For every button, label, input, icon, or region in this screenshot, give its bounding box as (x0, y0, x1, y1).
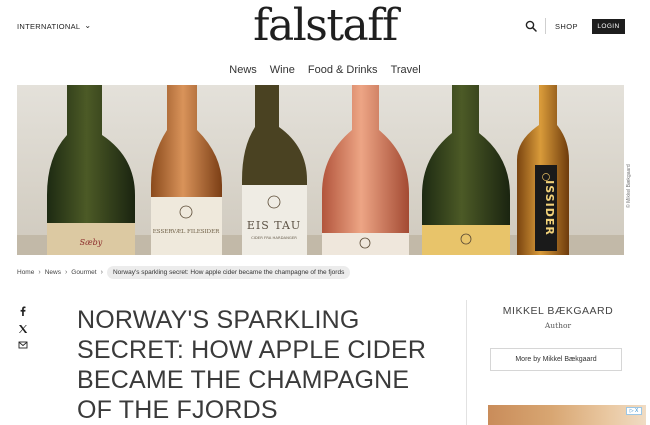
breadcrumb-home[interactable]: Home (17, 269, 34, 276)
search-icon[interactable] (525, 20, 537, 32)
breadcrumb: Home › News › Gourmet › Norway's sparkli… (17, 265, 351, 279)
more-by-author-button[interactable]: More by Mikkel Bækgaard (490, 348, 622, 371)
author-role: Author (544, 321, 572, 330)
chevron-right-icon: › (64, 268, 68, 276)
nav-item-food-drinks[interactable]: Food & Drinks (308, 64, 378, 76)
bottle-label-2: ESSERVÆL FILESIDER (153, 229, 220, 235)
nav-item-travel[interactable]: Travel (391, 64, 421, 76)
breadcrumb-gourmet[interactable]: Gourmet (71, 269, 96, 276)
hero-image: Sæby ESSERVÆL FILESIDER EIS TAU CIDER FR… (17, 85, 624, 255)
top-bar: INTERNATIONAL ⌄ falstaff SHOP LOGIN (0, 0, 650, 56)
column-divider (466, 300, 467, 425)
bottle-label-5: ISSIDER (543, 180, 556, 236)
author-name[interactable]: MIKKEL BÆKGAARD (478, 305, 638, 317)
breadcrumb-news[interactable]: News (45, 269, 61, 276)
advertisement[interactable]: ▷ X (488, 405, 646, 425)
shop-link[interactable]: SHOP (555, 22, 578, 31)
main-nav: News Wine Food & Drinks Travel (0, 64, 650, 76)
photo-credit: © Mikkel Bækgaard (626, 164, 632, 208)
x-icon[interactable] (18, 324, 28, 334)
bottle-label-1: Sæby (80, 238, 103, 247)
nav-item-wine[interactable]: Wine (270, 64, 295, 76)
bottle-label-4: CIDER FRA HARDANGER (251, 235, 297, 240)
nav-item-news[interactable]: News (229, 64, 257, 76)
mail-icon[interactable] (18, 340, 28, 350)
adchoices-icon[interactable]: ▷ X (626, 407, 642, 415)
chevron-right-icon: › (100, 268, 103, 276)
login-button[interactable]: LOGIN (592, 19, 625, 34)
header-divider (545, 18, 546, 34)
hero-photo-bottles: Sæby ESSERVÆL FILESIDER EIS TAU CIDER FR… (17, 85, 624, 255)
chevron-right-icon: › (38, 268, 41, 276)
article-title: Norway's sparkling secret: How apple cid… (77, 306, 427, 424)
site-logo[interactable]: falstaff (0, 2, 650, 50)
facebook-icon[interactable] (18, 306, 28, 316)
bottle-label-3: EIS TAU (247, 219, 301, 232)
breadcrumb-current: Norway's sparkling secret: How apple cid… (106, 265, 351, 279)
